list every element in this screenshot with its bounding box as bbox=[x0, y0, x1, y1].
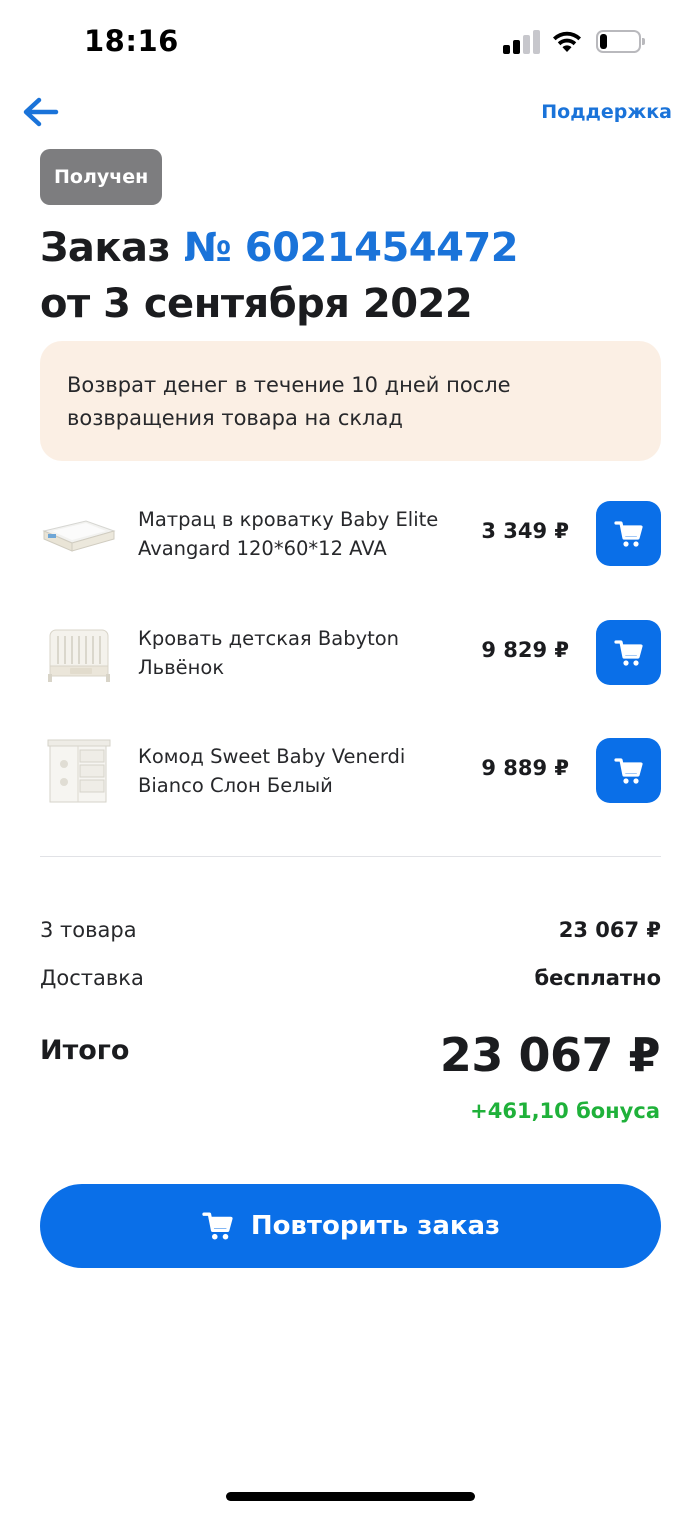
total-label: Итого bbox=[40, 1035, 130, 1066]
refund-notice: Возврат денег в течение 10 дней после во… bbox=[40, 341, 661, 461]
support-link[interactable]: Поддержка bbox=[541, 101, 672, 123]
summary-items-row: 3 товара 23 067 ₽ bbox=[40, 918, 661, 948]
status-bar: 18:16 bbox=[0, 0, 700, 80]
total-value: 23 067 ₽ bbox=[439, 1028, 661, 1082]
home-indicator bbox=[226, 1492, 475, 1501]
wifi-icon bbox=[553, 31, 581, 52]
divider bbox=[40, 856, 661, 857]
mattress-image bbox=[42, 520, 116, 552]
add-to-cart-button[interactable] bbox=[596, 738, 661, 803]
summary-items-label: 3 товара bbox=[40, 918, 137, 942]
summary-delivery-row: Доставка бесплатно bbox=[40, 966, 661, 996]
summary-items-value: 23 067 ₽ bbox=[558, 918, 661, 942]
back-button[interactable] bbox=[20, 94, 60, 130]
page-title: Заказ № 6021454472 от 3 сентября 2022 bbox=[40, 220, 519, 332]
add-to-cart-button[interactable] bbox=[596, 620, 661, 685]
bonus-amount: +461,10 бонуса bbox=[470, 1099, 660, 1123]
status-badge: Получен bbox=[40, 149, 163, 205]
status-time: 18:16 bbox=[84, 24, 179, 58]
arrow-left-icon bbox=[23, 97, 59, 127]
order-date: от 3 сентября 2022 bbox=[40, 281, 473, 327]
item-name: Комод Sweet Baby Venerdi Bianco Слон Бел… bbox=[138, 745, 406, 797]
item-price: 3 349 ₽ bbox=[481, 519, 569, 543]
battery-icon bbox=[596, 30, 646, 53]
list-item[interactable]: Кровать детская Babyton Львёнок 9 829 ₽ bbox=[40, 620, 661, 688]
item-name: Матрац в кроватку Baby Elite Avangard 12… bbox=[138, 508, 439, 560]
cart-icon bbox=[202, 1212, 233, 1240]
summary-delivery-value: бесплатно bbox=[534, 966, 661, 990]
cart-icon bbox=[613, 520, 643, 547]
crib-image bbox=[48, 629, 110, 682]
cart-icon bbox=[613, 639, 643, 666]
summary-delivery-label: Доставка bbox=[40, 966, 144, 990]
order-number[interactable]: № 6021454472 bbox=[184, 225, 519, 271]
order-title-prefix: Заказ bbox=[40, 225, 171, 271]
signal-icon bbox=[503, 30, 541, 54]
repeat-order-label: Повторить заказ bbox=[250, 1211, 501, 1241]
dresser-image bbox=[47, 739, 111, 803]
cart-icon bbox=[613, 757, 643, 784]
item-price: 9 829 ₽ bbox=[481, 638, 569, 662]
list-item[interactable]: Матрац в кроватку Baby Elite Avangard 12… bbox=[40, 501, 661, 569]
repeat-order-button[interactable]: Повторить заказ bbox=[40, 1184, 661, 1268]
item-price: 9 889 ₽ bbox=[481, 756, 569, 780]
item-name: Кровать детская Babyton Львёнок bbox=[138, 627, 400, 679]
add-to-cart-button[interactable] bbox=[596, 501, 661, 566]
list-item[interactable]: Комод Sweet Baby Venerdi Bianco Слон Бел… bbox=[40, 738, 661, 806]
